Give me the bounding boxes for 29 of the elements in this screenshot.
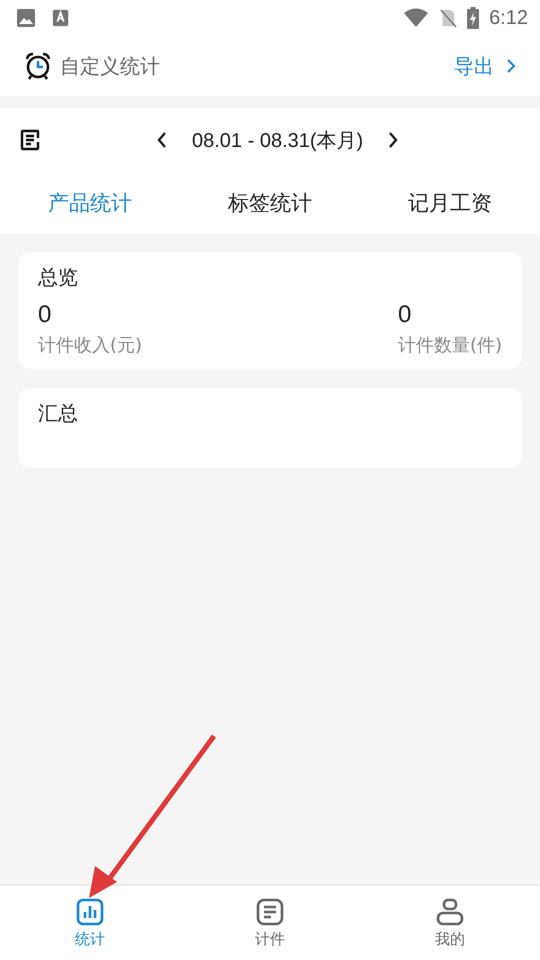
stat-label: 计件收入(元) [38,334,142,357]
tab[interactable]: 产品统计 [0,172,180,234]
card-title: 汇总 [38,400,79,427]
chevron-left-icon[interactable] [156,131,168,149]
battery-icon [467,7,480,29]
card-title: 总览 [38,264,79,291]
person-icon [436,898,464,926]
stat-value: 0 [398,301,412,329]
nav-tab[interactable]: 计件 [180,886,360,960]
chevron-right-icon[interactable] [387,131,400,149]
image-icon [16,8,36,28]
tab[interactable]: 标签统计 [180,172,360,234]
stat-value: 0 [38,301,52,329]
nav-tab[interactable]: 我的 [360,886,540,960]
status-time: 6:12 [489,6,528,30]
export-button[interactable]: 导出 [454,52,516,80]
chevron-right-icon [506,58,516,74]
stat-label: 计件数量(件) [398,334,502,357]
list-icon [256,898,284,926]
date-range: 08.01 - 08.31(本月) [192,128,364,154]
wifi-icon [403,8,430,28]
tab[interactable]: 记月工资 [360,172,540,234]
no-sim-icon [439,8,458,28]
nav-tab[interactable]: 统计 [0,886,180,960]
notes-icon[interactable] [18,128,42,152]
alarm-clock-icon [24,52,52,80]
header-title: 自定义统计 [60,52,160,80]
text-icon [52,9,70,27]
bar-chart-icon [76,898,104,926]
